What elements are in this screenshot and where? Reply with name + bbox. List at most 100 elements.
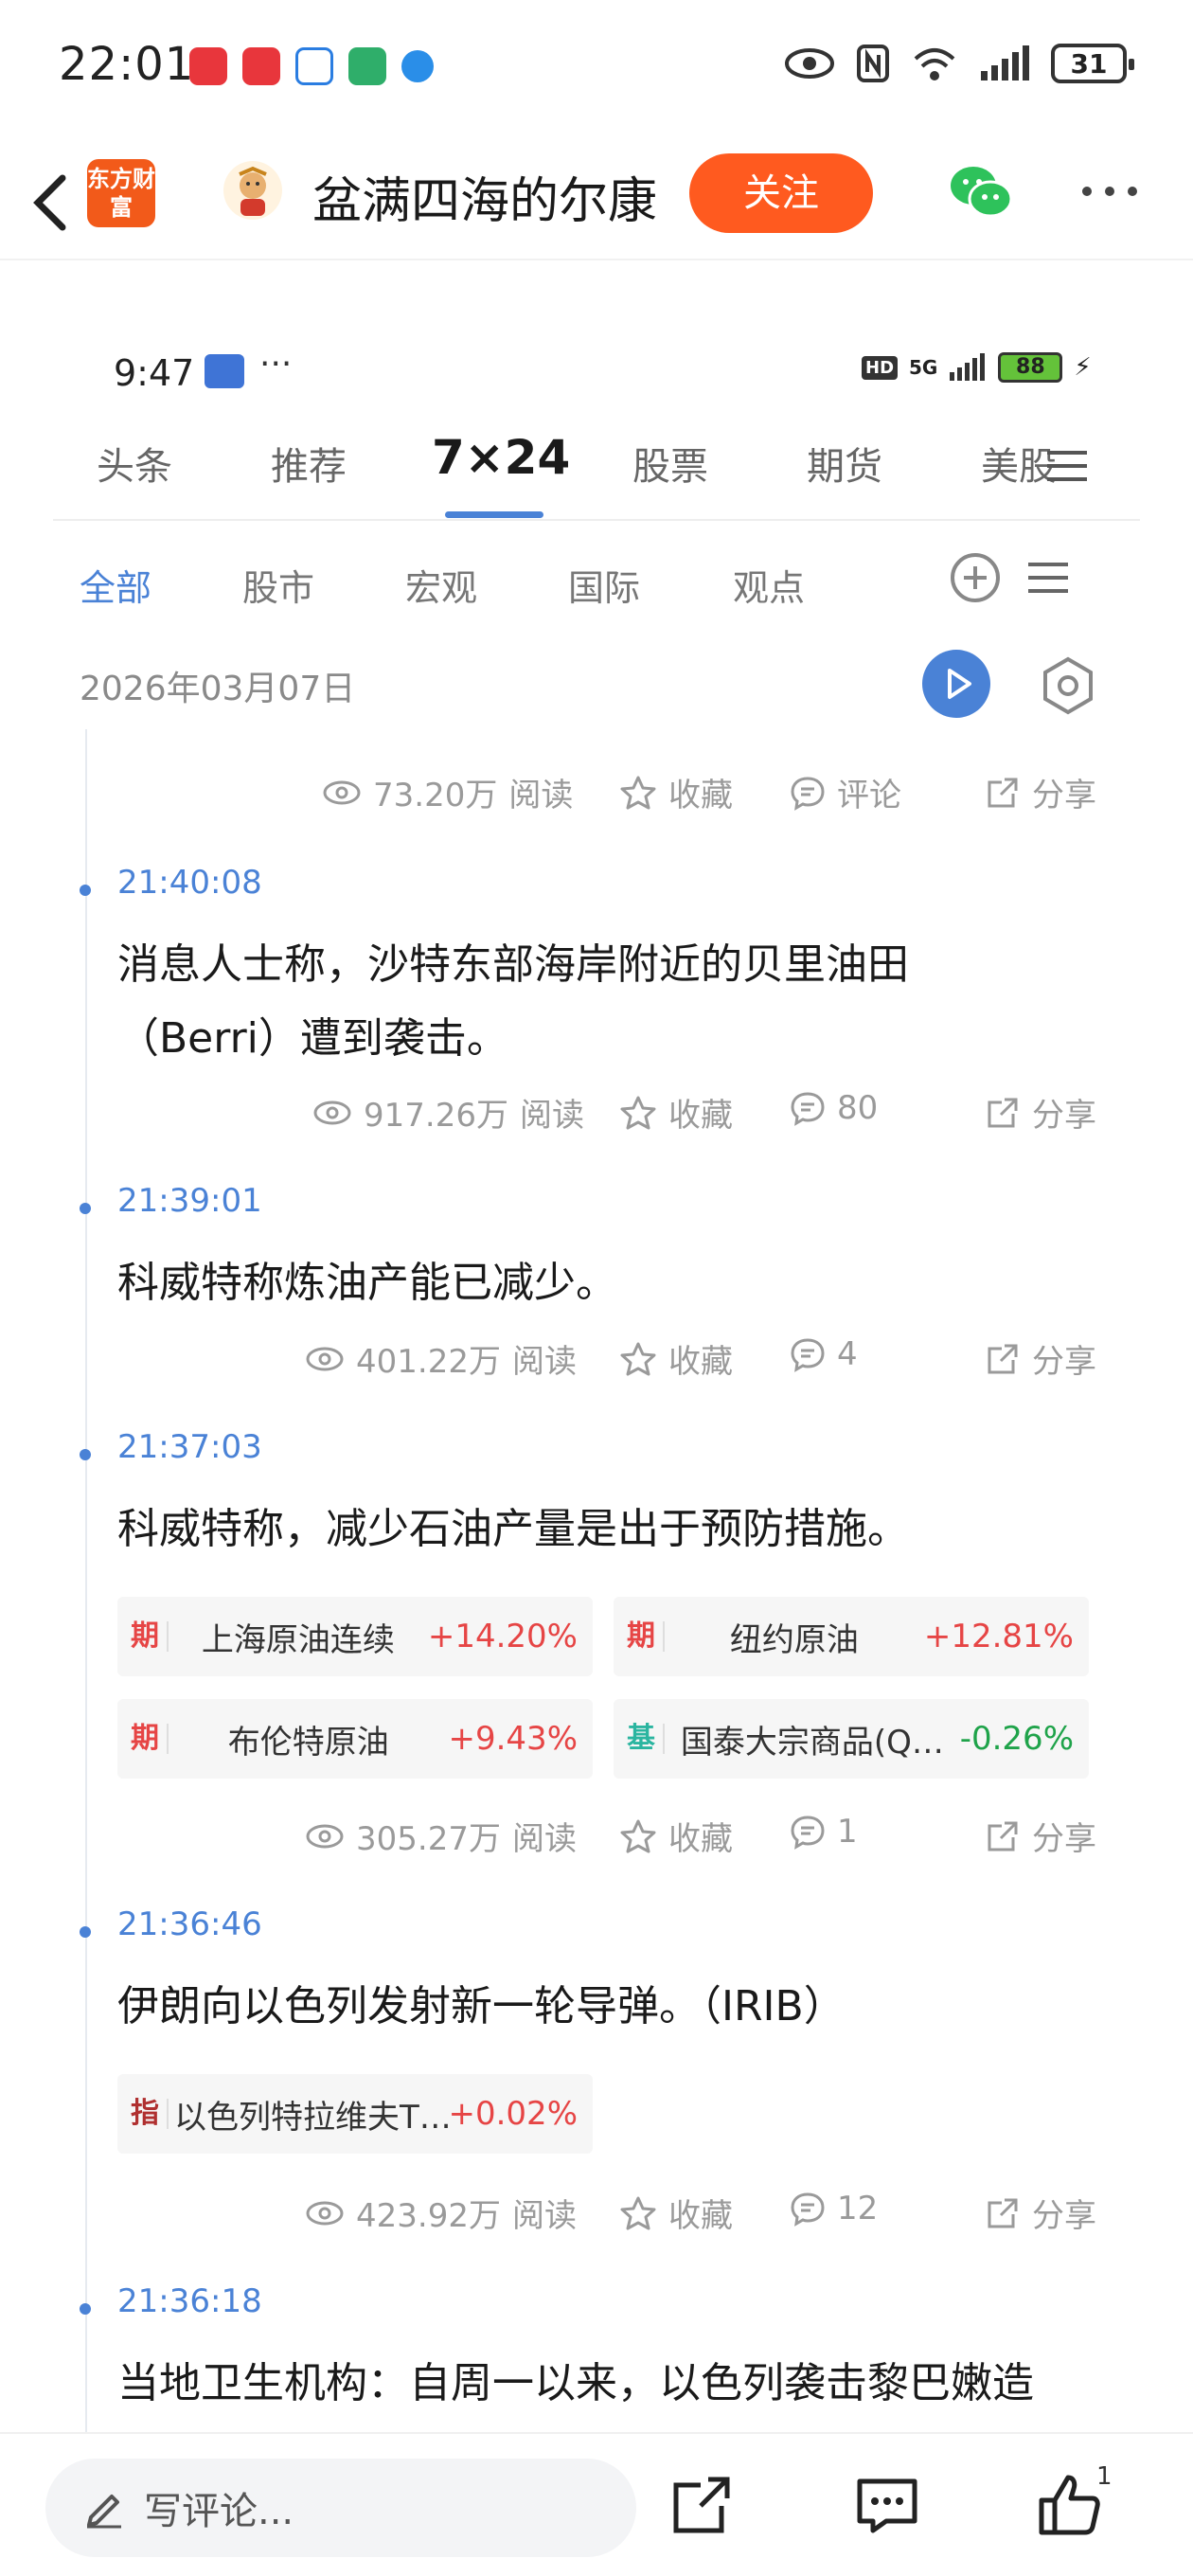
read-label: 阅读 bbox=[511, 1820, 577, 1858]
comment-count: 1 bbox=[837, 1813, 858, 1851]
read-count: 423.92万 阅读 bbox=[305, 2190, 577, 2236]
favorite-button[interactable]: 收藏 bbox=[619, 1089, 733, 1136]
eye-icon bbox=[323, 780, 361, 804]
news-text[interactable]: 伊朗向以色列发射新一轮导弹。（IRIB） bbox=[117, 1970, 1112, 2044]
quote-chip[interactable]: 期 布伦特原油 +9.43% bbox=[117, 1699, 593, 1779]
quote-change: +14.20% bbox=[427, 1618, 578, 1655]
news-text-line: 当地卫生机构：自周一以来，以色列袭击黎巴嫩造 bbox=[117, 2359, 1034, 2407]
timeline-dot bbox=[80, 1203, 91, 1214]
favorite-button[interactable]: 收藏 bbox=[619, 769, 733, 815]
read-count-value: 305.27万 bbox=[356, 1820, 501, 1858]
channel-tabs: 头条 推荐 7×24 股票 期货 美股 bbox=[53, 426, 1140, 521]
comment-count: 80 bbox=[837, 1089, 879, 1127]
news-text-line: 消息人士称，沙特东部海岸附近的贝里油田 bbox=[117, 940, 909, 989]
read-count-value: 401.22万 bbox=[356, 1343, 501, 1381]
news-time: 21:37:03 bbox=[117, 1428, 262, 1466]
play-button[interactable] bbox=[922, 650, 990, 718]
favorite-label: 收藏 bbox=[668, 777, 733, 814]
like-thumb-icon[interactable] bbox=[1036, 2472, 1102, 2538]
quote-name: 国泰大宗商品(Q… bbox=[680, 1723, 944, 1762]
share-external-icon[interactable] bbox=[668, 2472, 735, 2538]
tab-headlines[interactable]: 头条 bbox=[97, 436, 172, 491]
wechat-share-icon[interactable] bbox=[947, 161, 1015, 224]
share-icon bbox=[988, 778, 1018, 807]
play-icon bbox=[948, 669, 971, 699]
comment-input[interactable]: 写评论... bbox=[45, 2459, 636, 2557]
feed-date: 2026年03月07日 bbox=[80, 670, 356, 708]
back-arrow-icon[interactable] bbox=[25, 165, 81, 241]
quote-chip[interactable]: 指 以色列特拉维夫T… +0.02% bbox=[117, 2074, 593, 2154]
comment-button[interactable]: 4 bbox=[790, 1335, 858, 1373]
subtab-all[interactable]: 全部 bbox=[80, 559, 151, 611]
filter-menu-icon[interactable] bbox=[1026, 559, 1070, 597]
author-avatar[interactable] bbox=[223, 161, 282, 220]
news-text[interactable]: 科威特称，减少石油产量是出于预防措施。 bbox=[117, 1493, 1112, 1566]
favorite-label: 收藏 bbox=[668, 1820, 733, 1858]
news-text[interactable]: 当地卫生机构：自周一以来，以色列袭击黎巴嫩造 bbox=[117, 2347, 1112, 2421]
comment-icon bbox=[791, 1092, 825, 1126]
comments-icon[interactable] bbox=[854, 2472, 920, 2538]
tab-7x24[interactable]: 7×24 bbox=[432, 430, 570, 485]
quote-name: 布伦特原油 bbox=[227, 1723, 389, 1762]
comment-button[interactable]: 评论 bbox=[790, 769, 901, 815]
quote-chip[interactable]: 期 上海原油连续 +14.20% bbox=[117, 1597, 593, 1676]
tab-menu-icon[interactable] bbox=[1045, 447, 1089, 485]
tab-stocks[interactable]: 股票 bbox=[632, 436, 708, 491]
hd-badge: HD bbox=[862, 355, 899, 380]
favorite-label: 收藏 bbox=[668, 2197, 733, 2235]
quote-change: +9.43% bbox=[448, 1720, 579, 1758]
comment-button[interactable]: 12 bbox=[790, 2190, 878, 2227]
subtab-international[interactable]: 国际 bbox=[568, 559, 640, 611]
subtab-opinion[interactable]: 观点 bbox=[733, 559, 805, 611]
comment-button[interactable]: 80 bbox=[790, 1089, 878, 1127]
wifi-icon bbox=[914, 48, 955, 80]
share-icon bbox=[988, 1098, 1018, 1127]
battery-level: 31 bbox=[1070, 47, 1108, 80]
read-label: 阅读 bbox=[511, 1343, 577, 1381]
tab-futures[interactable]: 期货 bbox=[807, 436, 882, 491]
settings-hexagon-icon[interactable] bbox=[1038, 655, 1098, 716]
category-filter: 全部 股市 宏观 国际 观点 bbox=[80, 553, 1140, 625]
quote-chip[interactable]: 期 纽约原油 +12.81% bbox=[614, 1597, 1089, 1676]
share-label: 分享 bbox=[1032, 1343, 1096, 1381]
quote-change: +12.81% bbox=[923, 1618, 1074, 1655]
subtab-stock-market[interactable]: 股市 bbox=[242, 559, 314, 611]
share-button[interactable]: 分享 bbox=[985, 1335, 1096, 1382]
share-button[interactable]: 分享 bbox=[985, 769, 1096, 815]
quote-chip[interactable]: 基 国泰大宗商品(Q… -0.26% bbox=[614, 1699, 1089, 1779]
timeline-dot bbox=[80, 1449, 91, 1460]
favorite-label: 收藏 bbox=[668, 1343, 733, 1381]
news-text[interactable]: 消息人士称，沙特东部海岸附近的贝里油田 （Berri）遭到袭击。 bbox=[117, 928, 1112, 1076]
news-time: 21:36:18 bbox=[117, 2282, 262, 2320]
quote-name: 上海原油连续 bbox=[201, 1620, 395, 1659]
read-label: 阅读 bbox=[508, 777, 574, 814]
read-count: 917.26万 阅读 bbox=[312, 1089, 584, 1136]
follow-button[interactable]: 关注 bbox=[689, 153, 873, 233]
add-circle-icon[interactable] bbox=[949, 551, 1002, 604]
eye-icon bbox=[306, 2201, 344, 2225]
read-count: 305.27万 阅读 bbox=[305, 1813, 577, 1859]
share-button[interactable]: 分享 bbox=[985, 1089, 1096, 1136]
quote-name: 纽约原油 bbox=[729, 1620, 859, 1659]
favorite-label: 收藏 bbox=[668, 1097, 733, 1135]
tab-recommend[interactable]: 推荐 bbox=[271, 436, 347, 491]
share-icon bbox=[988, 1821, 1018, 1851]
subtab-macro[interactable]: 宏观 bbox=[405, 559, 477, 611]
author-name[interactable]: 盆满四海的尔康 bbox=[312, 161, 657, 232]
favorite-button[interactable]: 收藏 bbox=[619, 1813, 733, 1859]
news-text-line: 科威特称炼油产能已减少。 bbox=[117, 1259, 617, 1307]
share-button[interactable]: 分享 bbox=[985, 1813, 1096, 1859]
news-text[interactable]: 科威特称炼油产能已减少。 bbox=[117, 1246, 1112, 1320]
more-options-icon[interactable] bbox=[1079, 172, 1140, 210]
share-label: 分享 bbox=[1032, 1820, 1096, 1858]
bottom-action-bar: 写评论... 1 bbox=[0, 2432, 1193, 2576]
star-icon bbox=[620, 1819, 656, 1852]
share-icon bbox=[988, 2198, 1018, 2227]
favorite-button[interactable]: 收藏 bbox=[619, 2190, 733, 2236]
read-label: 阅读 bbox=[511, 2197, 577, 2235]
comment-button[interactable]: 1 bbox=[790, 1813, 858, 1851]
comment-label: 评论 bbox=[837, 777, 901, 814]
share-button[interactable]: 分享 bbox=[985, 2190, 1096, 2236]
favorite-button[interactable]: 收藏 bbox=[619, 1335, 733, 1382]
news-actions-1: 917.26万 阅读 收藏 80 分享 bbox=[0, 1089, 1193, 1146]
